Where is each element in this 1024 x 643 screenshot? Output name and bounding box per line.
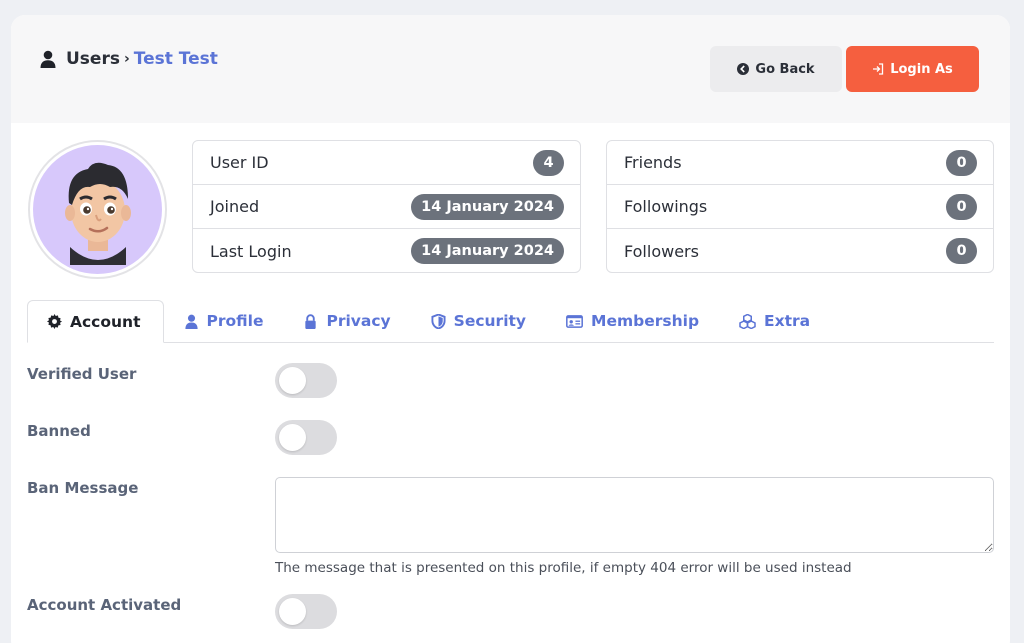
lock-icon xyxy=(305,313,317,329)
banned-toggle[interactable] xyxy=(275,420,337,455)
stat-label: Joined xyxy=(210,197,260,216)
stat-badge: 0 xyxy=(946,193,977,220)
tab-extra[interactable]: Extra xyxy=(719,300,830,342)
go-back-label: Go Back xyxy=(755,61,815,77)
user-stats-panel: User ID 4 Joined 14 January 2024 Last Lo… xyxy=(192,140,581,273)
breadcrumb-root[interactable]: Users xyxy=(66,49,120,69)
social-stats-panel: Friends 0 Followings 0 Followers 0 xyxy=(606,140,994,273)
stat-badge: 14 January 2024 xyxy=(411,238,564,264)
stat-followers: Followers 0 xyxy=(607,229,993,273)
toggle-knob xyxy=(279,367,306,394)
account-activated-toggle[interactable] xyxy=(275,594,337,629)
stat-joined: Joined 14 January 2024 xyxy=(193,185,580,229)
ban-message-field[interactable] xyxy=(275,477,994,553)
stat-label: Last Login xyxy=(210,241,292,261)
gear-icon xyxy=(47,314,62,329)
cubes-icon xyxy=(739,313,756,329)
memoji-face-icon xyxy=(64,162,131,265)
stat-label: Friends xyxy=(624,153,682,172)
banned-label: Banned xyxy=(27,422,91,440)
stat-badge: 14 January 2024 xyxy=(411,193,564,220)
id-card-icon xyxy=(566,314,583,328)
tab-membership[interactable]: Membership xyxy=(546,300,719,342)
verified-user-label: Verified User xyxy=(27,365,137,383)
breadcrumb-separator: › xyxy=(123,51,130,67)
stat-badge: 4 xyxy=(533,149,564,176)
tab-label: Extra xyxy=(764,312,811,330)
login-as-button[interactable]: Login As xyxy=(846,46,979,92)
shield-icon xyxy=(431,313,446,329)
toggle-knob xyxy=(279,424,306,451)
toggle-knob xyxy=(279,598,306,625)
stat-label: User ID xyxy=(210,153,269,172)
card-header: Users › Test Test Go Back Login As xyxy=(11,15,1010,123)
user-icon xyxy=(184,314,198,329)
login-as-label: Login As xyxy=(890,61,953,77)
stat-label: Followers xyxy=(624,241,699,261)
tab-account[interactable]: Account xyxy=(27,300,164,343)
tab-security[interactable]: Security xyxy=(411,300,546,342)
stat-badge: 0 xyxy=(946,238,977,264)
stat-user-id: User ID 4 xyxy=(193,141,580,185)
breadcrumb: Users › Test Test xyxy=(40,49,218,69)
tab-label: Security xyxy=(453,312,527,330)
tab-label: Privacy xyxy=(326,312,391,330)
tab-bar: Account Profile Privacy Security Members… xyxy=(27,300,994,343)
ban-message-label: Ban Message xyxy=(27,479,139,497)
user-icon xyxy=(40,50,56,68)
tab-label: Profile xyxy=(206,312,264,330)
ban-message-hint: The message that is presented on this pr… xyxy=(275,560,852,576)
avatar xyxy=(28,140,167,279)
user-card: Users › Test Test Go Back Login As User … xyxy=(11,15,1010,643)
sign-in-icon xyxy=(873,63,884,75)
tab-label: Account xyxy=(70,312,141,331)
go-back-button[interactable]: Go Back xyxy=(710,46,842,92)
tab-profile[interactable]: Profile xyxy=(164,300,284,342)
tab-label: Membership xyxy=(591,312,700,330)
verified-user-toggle[interactable] xyxy=(275,363,337,398)
breadcrumb-current: Test Test xyxy=(133,49,218,69)
stat-followings: Followings 0 xyxy=(607,185,993,229)
tab-privacy[interactable]: Privacy xyxy=(283,300,410,342)
account-activated-label: Account Activated xyxy=(27,596,182,614)
stat-last-login: Last Login 14 January 2024 xyxy=(193,229,580,273)
stat-label: Followings xyxy=(624,197,708,216)
avatar-image xyxy=(33,145,162,274)
stat-badge: 0 xyxy=(946,149,977,176)
arrow-left-circle-icon xyxy=(737,63,750,75)
stat-friends: Friends 0 xyxy=(607,141,993,185)
